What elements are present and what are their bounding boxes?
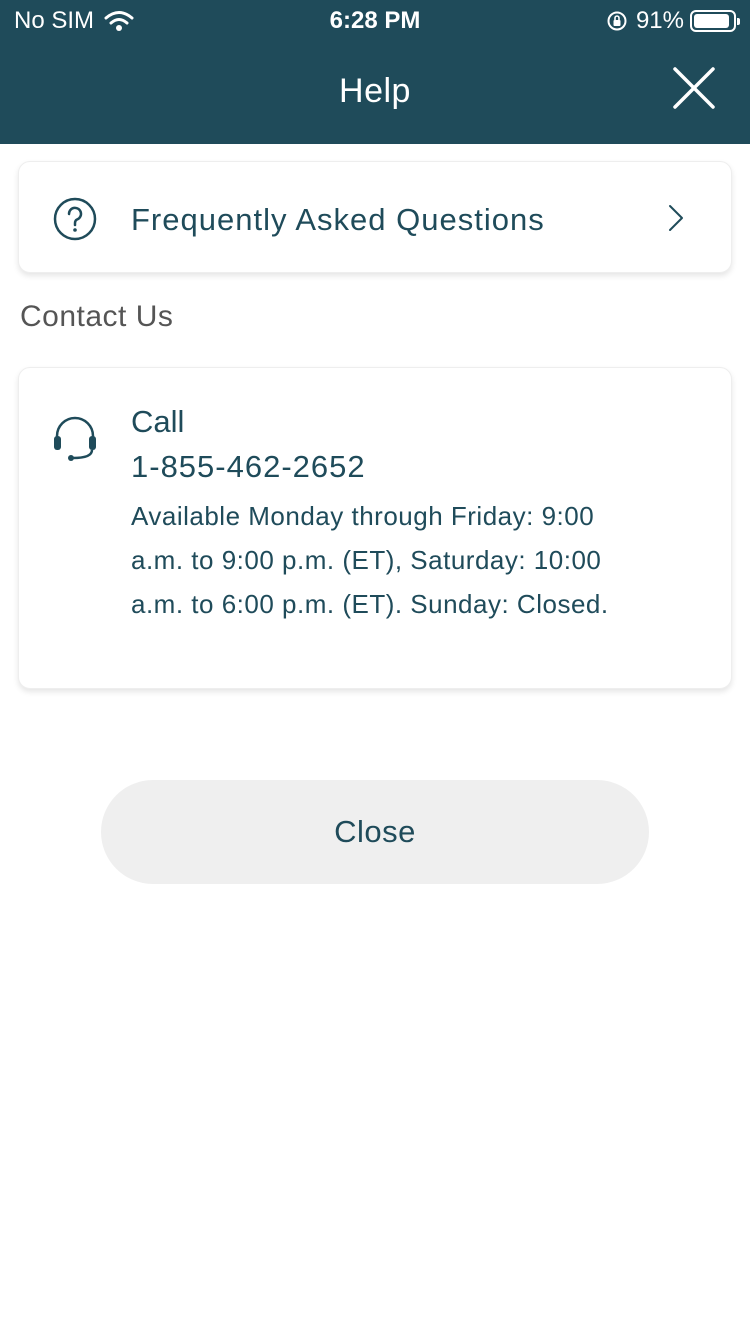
close-button[interactable]: Close: [101, 780, 649, 884]
orientation-lock-icon: [607, 11, 627, 31]
battery-icon: [690, 10, 740, 32]
faq-label: Frequently Asked Questions: [131, 202, 545, 237]
status-bar: No SIM 6:28 PM 91%: [0, 0, 750, 40]
contact-section-title: Contact Us: [20, 300, 174, 333]
battery-fill: [694, 14, 729, 28]
nav-bar: Help: [0, 40, 750, 144]
status-right: 91%: [606, 7, 740, 35]
contact-card: Call 1-855-462-2652 Available Monday thr…: [18, 367, 732, 689]
call-label: Call: [131, 404, 185, 439]
phone-number-link[interactable]: 1-855-462-2652: [131, 442, 611, 492]
question-circle-icon: [53, 197, 97, 241]
close-icon[interactable]: [672, 66, 716, 110]
chevron-right-icon: [669, 205, 683, 231]
hours-text: Available Monday through Friday: 9:00 a.…: [131, 501, 609, 619]
headset-icon: [54, 416, 96, 461]
faq-row[interactable]: Frequently Asked Questions: [18, 161, 732, 273]
contact-details: Call 1-855-462-2652 Available Monday thr…: [131, 402, 611, 626]
page-title: Help: [339, 72, 411, 110]
battery-percent: 91%: [635, 7, 684, 34]
